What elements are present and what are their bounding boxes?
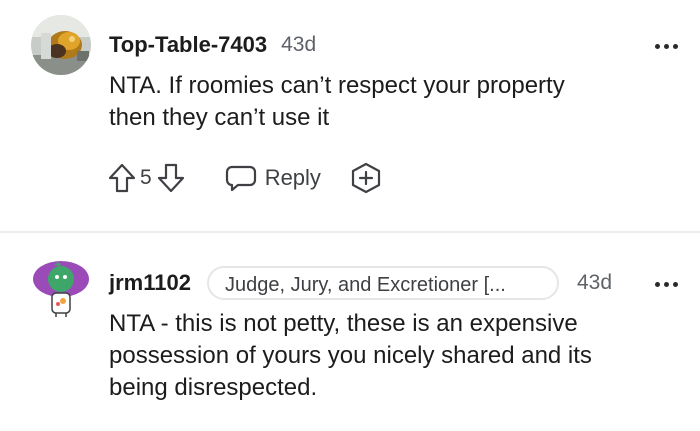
comment-1: Top-Table-7403 43d NTA. If roomies can’t… <box>0 0 700 232</box>
downvote-icon[interactable] <box>155 161 187 195</box>
comment-line: NTA. If roomies can’t respect your prope… <box>109 72 565 99</box>
comment-body: NTA. If roomies can’t respect your prope… <box>109 70 679 134</box>
comment-actions: 5 Reply <box>106 158 383 198</box>
comment-header: Top-Table-7403 43d <box>109 30 316 60</box>
comment-line: being disrespected. <box>109 374 318 401</box>
award-icon[interactable] <box>349 161 383 195</box>
avatar[interactable] <box>31 15 91 75</box>
user-flair[interactable]: Judge, Jury, and Excretioner [... <box>206 266 559 300</box>
reply-button[interactable]: Reply <box>225 163 321 193</box>
comment-2: jrm1102 Judge, Jury, and Excretioner [..… <box>0 234 700 431</box>
comment-line: NTA - this is not petty, these is an exp… <box>109 310 578 337</box>
upvote-icon[interactable] <box>106 161 138 195</box>
more-options-icon[interactable] <box>655 44 678 49</box>
timestamp[interactable]: 43d <box>577 271 612 295</box>
comment-header: jrm1102 Judge, Jury, and Excretioner [..… <box>109 265 612 301</box>
more-options-icon[interactable] <box>655 282 678 287</box>
timestamp[interactable]: 43d <box>281 33 316 57</box>
comment-line: then they can’t use it <box>109 104 330 131</box>
reply-icon <box>225 165 256 192</box>
comment-body: NTA - this is not petty, these is an exp… <box>109 308 684 404</box>
vote-count: 5 <box>140 166 152 189</box>
reply-label: Reply <box>264 165 321 190</box>
comment-divider <box>0 231 700 233</box>
avatar[interactable] <box>30 257 92 319</box>
username[interactable]: Top-Table-7403 <box>109 32 267 58</box>
username[interactable]: jrm1102 <box>109 270 191 296</box>
comment-line: possession of yours you nicely shared an… <box>109 342 592 369</box>
